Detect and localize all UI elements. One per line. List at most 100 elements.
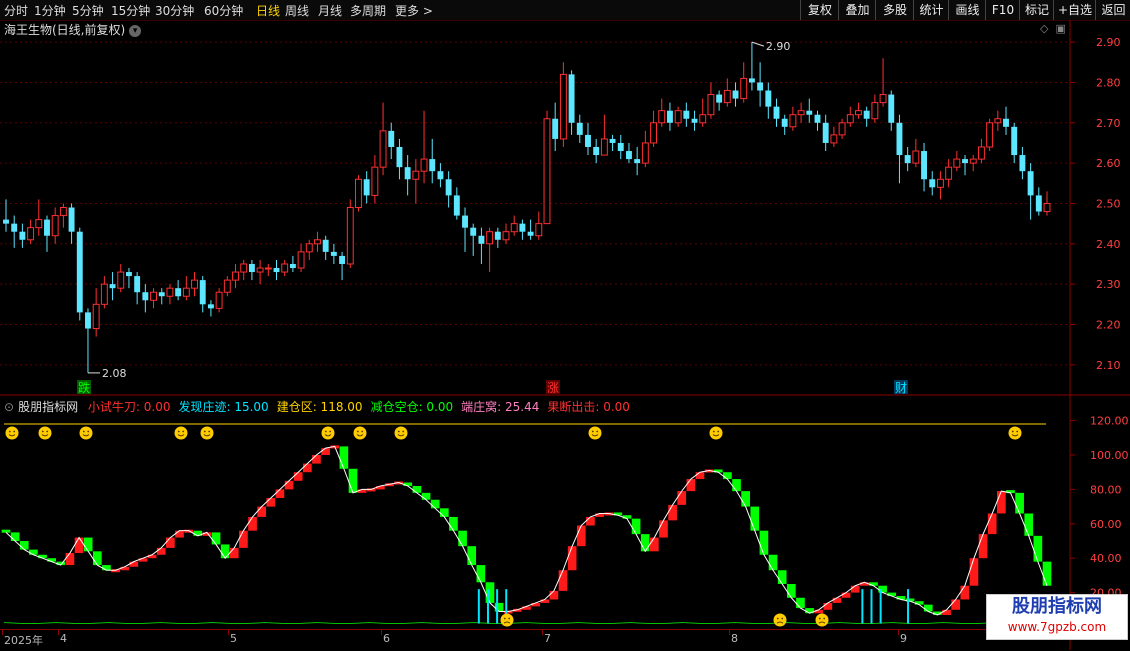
logo-url: www.7gpzb.com: [1007, 620, 1107, 634]
ind-bar-down: [1, 529, 11, 533]
ind-bar-down: [339, 446, 349, 469]
candle-body-down: [962, 159, 968, 164]
candle-body-down: [289, 263, 296, 269]
candle-body-down: [470, 227, 477, 236]
ind-bar-up: [686, 479, 696, 492]
ind-bar-up: [257, 506, 267, 517]
candle-body-down: [822, 122, 829, 143]
candle-body-down: [142, 292, 149, 301]
candle-body-up: [838, 122, 846, 136]
smiley-eye: [324, 430, 327, 433]
ind-bar-up: [312, 455, 321, 464]
smiley-eye: [182, 430, 185, 433]
ind-bar-down: [786, 584, 796, 598]
logo-title: 股朋指标网: [1012, 596, 1102, 617]
smiley-eye: [203, 430, 206, 433]
candle-body-down: [519, 223, 526, 232]
ind-bar-up: [156, 547, 166, 555]
candle-body-up: [117, 271, 125, 289]
sad-face-icon: [815, 613, 829, 627]
marker-label: 财: [895, 381, 907, 395]
ind-bar-down: [412, 485, 422, 493]
candle-body-up: [510, 223, 518, 233]
smiley-icon: [5, 426, 19, 440]
candle-body-up: [600, 138, 608, 156]
candle-body-down: [76, 231, 83, 313]
candle-body-down: [437, 171, 444, 180]
candle-body-down: [207, 304, 214, 309]
ind-bar-down: [640, 534, 650, 552]
candle-body-down: [339, 255, 346, 264]
candle-body-down: [585, 134, 591, 147]
candle-body-down: [765, 90, 772, 107]
price-tick-label: 2.10: [1096, 359, 1121, 372]
ind-bar-down: [92, 551, 102, 566]
candle-body-up: [223, 279, 231, 293]
candle-body-down: [175, 288, 182, 297]
candle-body-down: [68, 207, 75, 232]
smiley-icon: [321, 426, 335, 440]
ind-bar-down: [220, 544, 230, 559]
candle-body-up: [723, 90, 731, 104]
smiley-eye: [356, 430, 359, 433]
candle-body-up: [305, 243, 313, 253]
candle-body-down: [683, 110, 690, 119]
candle-body-down: [757, 82, 764, 91]
smiley-eye: [397, 430, 400, 433]
ind-bar-up: [239, 530, 248, 548]
ind-bar-down: [796, 597, 805, 609]
candle-body-down: [109, 284, 116, 289]
smiley-eye: [503, 617, 506, 620]
date-tick: 6: [383, 632, 390, 645]
smiley-eye: [717, 430, 720, 433]
candle-body-up: [92, 303, 100, 330]
price-tick-label: 2.60: [1096, 157, 1121, 170]
ind-bar-down: [10, 532, 20, 541]
candle-body-down: [1003, 118, 1009, 127]
smiley-eye: [361, 430, 364, 433]
ind-bar-up: [129, 561, 139, 567]
ind-bar-up: [567, 546, 577, 571]
ind-bar-up: [695, 472, 705, 480]
candle-body-down: [576, 122, 583, 135]
candle-body-up: [707, 94, 715, 116]
candle-body-up: [535, 223, 543, 237]
candle-body-up: [559, 73, 567, 140]
candle-body-down: [666, 110, 673, 123]
ind-bar-down: [449, 516, 458, 531]
date-tick-mark: [729, 630, 730, 635]
candle-body-up: [232, 271, 239, 281]
candle-body-up: [355, 178, 362, 209]
smiley-eye: [82, 430, 85, 433]
ind-bar-up: [659, 520, 668, 538]
candle-body-down: [1027, 171, 1034, 196]
smiley-eye: [177, 430, 180, 433]
ind-bar-up: [74, 537, 84, 554]
smiley-eye: [1011, 430, 1014, 433]
candle-body-up: [543, 118, 551, 225]
date-tick: 8: [731, 632, 738, 645]
candle-body-down: [732, 90, 739, 99]
candle-body-down: [609, 138, 616, 143]
ind-bar-down: [732, 479, 741, 492]
candle-body-up: [297, 251, 305, 269]
candle-body-down: [3, 219, 9, 224]
ind-bar-down: [476, 565, 486, 583]
smiley-eye: [87, 430, 90, 433]
smiley-icon: [394, 426, 408, 440]
ind-bar-down: [348, 468, 358, 493]
candle-body-up: [59, 207, 67, 217]
candle-body-down: [929, 179, 936, 188]
smiley-eye: [8, 430, 11, 433]
ind-bar-up: [558, 570, 568, 591]
ind-bar-up: [175, 530, 184, 538]
ind-bar-up: [960, 585, 970, 600]
candle-body-up: [953, 158, 961, 168]
candle-body-up: [264, 267, 272, 270]
candle-body-up: [830, 134, 838, 144]
ind-bar-up: [303, 463, 312, 473]
ind-bar-down: [1015, 492, 1024, 514]
candle-body-up: [191, 279, 198, 289]
ind-bar-down: [19, 541, 29, 550]
ind-bar-up: [549, 590, 559, 600]
